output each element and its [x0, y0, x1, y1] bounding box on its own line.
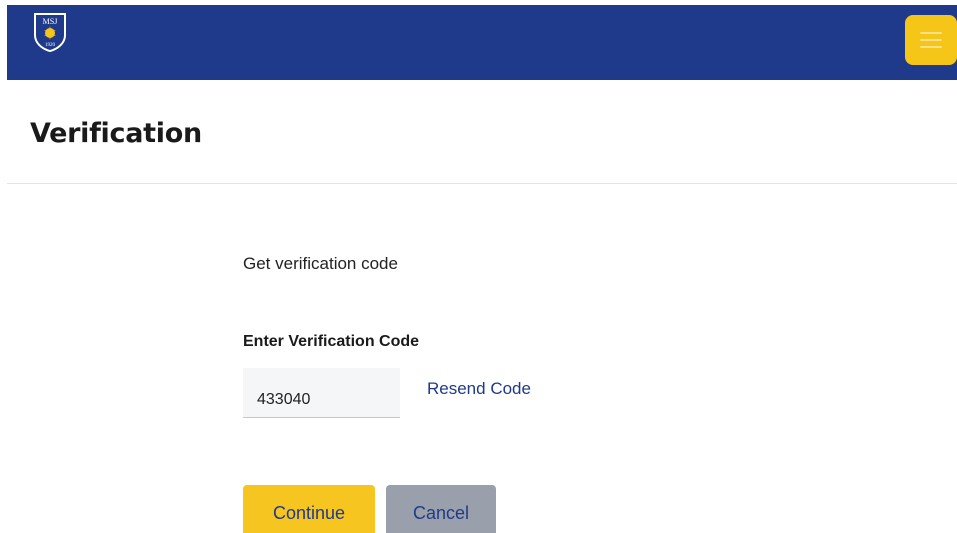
crest-icon[interactable]: MSJ 1920 — [32, 11, 68, 53]
hamburger-menu-button[interactable] — [905, 15, 957, 65]
hamburger-menu-icon — [920, 32, 942, 34]
intro-text: Get verification code — [243, 254, 398, 273]
hamburger-menu-icon-bar — [920, 39, 942, 41]
resend-code-link[interactable]: Resend Code — [427, 379, 531, 399]
header-divider — [7, 183, 957, 184]
page-title: Verification — [30, 118, 202, 149]
logo-text-top: MSJ — [43, 17, 58, 26]
cancel-button[interactable]: Cancel — [386, 485, 496, 533]
hamburger-menu-icon-bar — [920, 46, 942, 48]
top-navigation-bar: MSJ 1920 — [7, 5, 957, 80]
verification-code-input[interactable] — [243, 368, 400, 418]
logo-text-bottom: 1920 — [45, 43, 56, 48]
verification-code-label: Enter Verification Code — [243, 333, 420, 350]
continue-button[interactable]: Continue — [243, 485, 375, 533]
